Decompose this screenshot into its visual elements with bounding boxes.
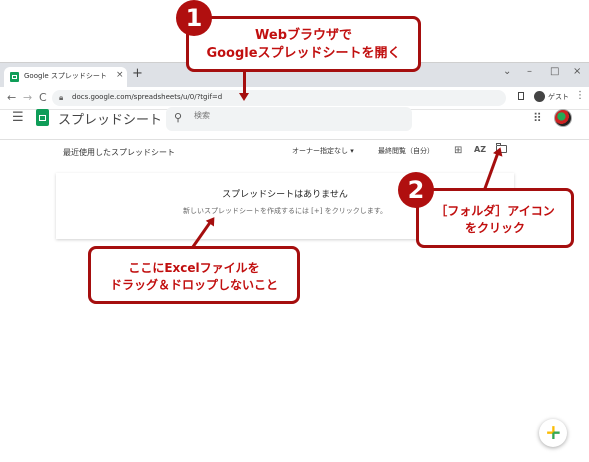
owner-filter-dropdown[interactable]: オーナー指定なし ▾ xyxy=(292,146,354,156)
step1-line2: Googleスプレッドシートを開く xyxy=(206,46,401,61)
more-menu-icon[interactable]: ⋮ xyxy=(575,90,585,101)
guest-label[interactable]: ゲスト xyxy=(548,92,569,102)
tab-title: Google スプレッドシート xyxy=(24,72,107,80)
step1-leader-arrow xyxy=(239,72,249,101)
maximize-button[interactable]: □ xyxy=(550,66,559,77)
note-callout: ここにExcelファイルを ドラッグ＆ドロップしないこと xyxy=(88,246,300,304)
url-text[interactable]: docs.google.com/spreadsheets/u/0/?tgif=d xyxy=(72,93,222,101)
app-title[interactable]: スプレッドシート xyxy=(58,109,162,128)
apps-grid-icon[interactable]: ⠿ xyxy=(533,111,542,125)
search-input[interactable] xyxy=(194,111,394,120)
note-line1: ここにExcelファイルを xyxy=(128,261,260,275)
reload-icon[interactable]: C xyxy=(39,91,47,104)
grid-view-icon[interactable]: ⊞ xyxy=(454,145,462,156)
main-menu-icon[interactable]: ☰ xyxy=(12,110,24,125)
step2-line2: をクリック xyxy=(464,221,525,235)
back-icon[interactable]: ← xyxy=(7,91,16,104)
sheets-logo-icon[interactable] xyxy=(36,109,49,126)
note-line2: ドラッグ＆ドロップしないこと xyxy=(109,278,278,292)
minimize-button[interactable]: – xyxy=(527,66,532,77)
step1-callout: Webブラウザで Googleスプレッドシートを開く xyxy=(186,16,421,72)
new-tab-button[interactable]: + xyxy=(132,67,143,81)
forward-icon[interactable]: → xyxy=(23,91,32,104)
step2-line1: ［フォルダ］アイコン xyxy=(435,204,555,218)
sheets-favicon-icon xyxy=(10,72,19,82)
avatar[interactable] xyxy=(554,109,572,127)
new-spreadsheet-button[interactable]: + xyxy=(539,419,567,447)
step2-badge: 2 xyxy=(398,172,434,208)
step1-line1: Webブラウザで xyxy=(255,28,352,43)
step2-callout: ［フォルダ］アイコン をクリック xyxy=(416,188,574,248)
omnibox[interactable]: 🔒︎ docs.google.com/spreadsheets/u/0/?tgi… xyxy=(52,90,506,106)
tab-close-icon[interactable]: × xyxy=(116,70,124,80)
plus-icon: + xyxy=(545,420,562,444)
recent-spreadsheets-title: 最近使用したスプレッドシート xyxy=(63,148,175,157)
profile-icon[interactable] xyxy=(534,91,545,102)
tab-search-icon[interactable]: ⌄ xyxy=(503,66,511,77)
step1-badge: 1 xyxy=(176,0,212,36)
search-box[interactable]: ⚲ xyxy=(166,107,412,131)
side-panel-icon[interactable] xyxy=(518,92,524,100)
browser-tab[interactable]: Google スプレッドシート × xyxy=(4,67,127,87)
close-window-button[interactable]: × xyxy=(573,66,581,77)
header-divider xyxy=(0,139,589,140)
lock-icon: 🔒︎ xyxy=(59,93,64,102)
sort-option[interactable]: 最終閲覧（自分） xyxy=(378,146,434,156)
sort-az-icon[interactable]: AZ xyxy=(474,145,486,154)
search-icon[interactable]: ⚲ xyxy=(174,111,182,124)
